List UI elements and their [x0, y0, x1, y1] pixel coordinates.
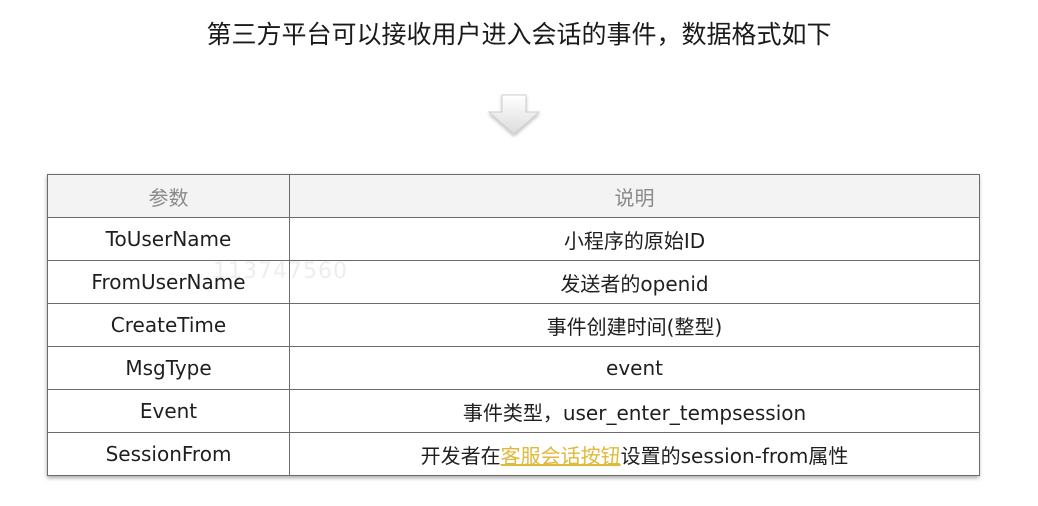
desc-cell: event	[289, 346, 980, 390]
param-cell: CreateTime	[47, 303, 290, 347]
page-heading: 第三方平台可以接收用户进入会话的事件，数据格式如下	[206, 20, 832, 49]
param-cell: SessionFrom	[47, 432, 290, 476]
header-desc: 说明	[289, 174, 980, 218]
table-row: ToUserName 小程序的原始ID	[47, 217, 980, 261]
desc-cell: 事件创建时间(整型)	[289, 303, 980, 347]
desc-cell: 小程序的原始ID	[289, 217, 980, 261]
table-row: FromUserName 发送者的openid	[47, 260, 980, 304]
table-row: Event 事件类型，user_enter_tempsession	[47, 389, 980, 433]
table-row: MsgType event	[47, 346, 980, 390]
desc-cell: 开发者在客服会话按钮设置的session-from属性	[289, 432, 980, 476]
down-arrow-icon	[487, 94, 541, 135]
table-row: CreateTime 事件创建时间(整型)	[47, 303, 980, 347]
param-cell: ToUserName	[47, 217, 290, 261]
desc-prefix: 开发者在	[420, 443, 501, 468]
table-row: SessionFrom 开发者在客服会话按钮设置的session-from属性	[47, 432, 980, 476]
params-table-container: 参数 说明 ToUserName 小程序的原始ID FromUserName 发…	[47, 174, 980, 476]
slide-page: 第三方平台可以接收用户进入会话的事件，数据格式如下 113747560 参数 说…	[0, 0, 1038, 506]
table-header-row: 参数 说明	[47, 174, 980, 218]
desc-suffix: 设置的session-from属性	[620, 443, 849, 468]
param-cell: Event	[47, 389, 290, 433]
param-cell: FromUserName	[47, 260, 290, 304]
params-table: 参数 说明 ToUserName 小程序的原始ID FromUserName 发…	[47, 174, 980, 476]
header-param: 参数	[47, 174, 290, 218]
customer-service-button-link[interactable]: 客服会话按钮	[501, 444, 621, 468]
desc-cell: 发送者的openid	[289, 260, 980, 304]
desc-cell: 事件类型，user_enter_tempsession	[289, 389, 980, 433]
param-cell: MsgType	[47, 346, 290, 390]
